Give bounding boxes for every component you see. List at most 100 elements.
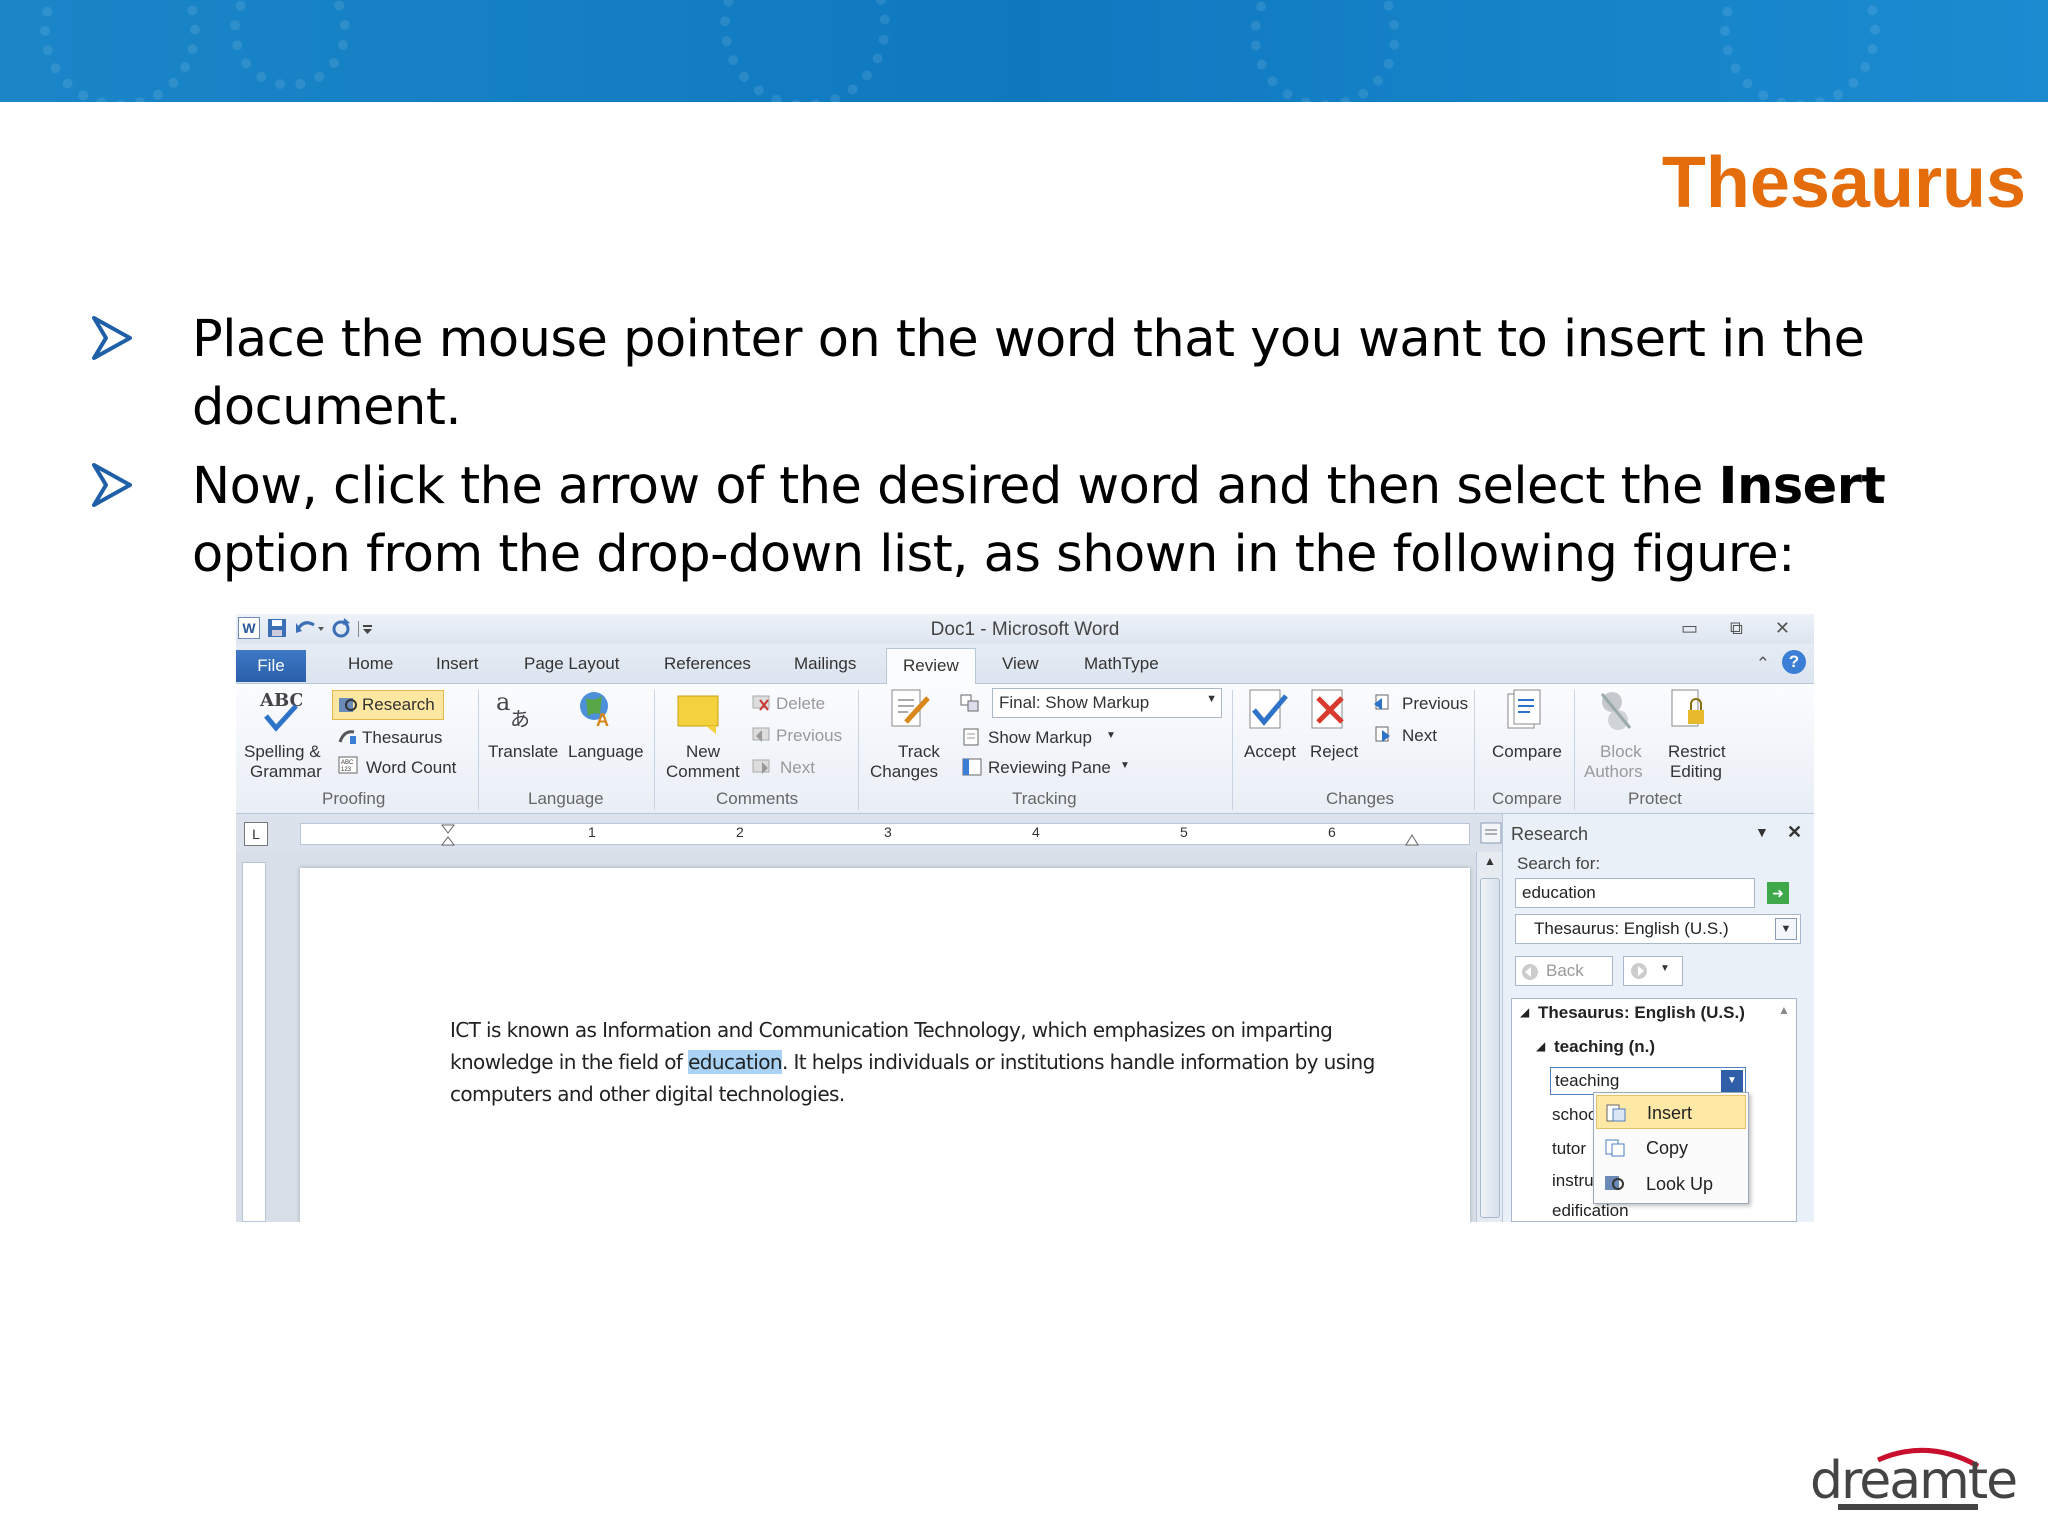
- start-search-icon[interactable]: ➜: [1767, 882, 1789, 904]
- indent-marker-icon[interactable]: [441, 824, 455, 846]
- previous-change-button[interactable]: Previous: [1402, 694, 1468, 714]
- view-ruler-icon[interactable]: [1480, 822, 1502, 844]
- scrollbar-thumb[interactable]: [1480, 878, 1500, 1218]
- research-button[interactable]: Research: [362, 695, 435, 715]
- ruler-number: 1: [588, 824, 596, 840]
- menu-item-copy[interactable]: Copy: [1596, 1131, 1746, 1165]
- restrict-editing-icon: [1671, 689, 1704, 727]
- close-icon[interactable]: ✕: [1775, 618, 1790, 639]
- tab-view[interactable]: View: [1002, 654, 1039, 674]
- restore-icon[interactable]: ⧉: [1730, 618, 1743, 639]
- changes-label[interactable]: Changes: [870, 762, 938, 782]
- tab-file[interactable]: File: [236, 650, 306, 682]
- group-label-changes: Changes: [1326, 789, 1395, 808]
- synonym-item[interactable]: edification: [1552, 1201, 1629, 1221]
- delete-comment-button[interactable]: Delete: [776, 694, 825, 714]
- track-changes-label[interactable]: Track: [898, 742, 940, 762]
- display-for-review-icon: [960, 694, 979, 712]
- minimize-icon[interactable]: ▭: [1681, 618, 1698, 639]
- group-separator: [478, 690, 479, 810]
- pane-options-icon[interactable]: ▼: [1755, 824, 1769, 840]
- minimize-ribbon-icon[interactable]: ⌃: [1756, 654, 1770, 674]
- reject-icon: [1311, 689, 1344, 729]
- horizontal-ruler[interactable]: 1 2 3 4 5 6: [300, 823, 1470, 846]
- tab-selector-icon[interactable]: L: [244, 822, 268, 846]
- synonym-item[interactable]: instru: [1552, 1171, 1594, 1191]
- translate-button[interactable]: Translate: [488, 742, 558, 762]
- spelling-label[interactable]: Spelling &: [244, 742, 321, 762]
- help-icon[interactable]: ?: [1782, 650, 1806, 674]
- selected-synonym-item[interactable]: teaching ▼: [1550, 1067, 1746, 1095]
- vertical-scrollbar[interactable]: ▲: [1476, 852, 1502, 1222]
- new-comment-icon: [677, 695, 719, 734]
- synonym-dropdown-arrow-icon[interactable]: ▼: [1721, 1070, 1743, 1092]
- synonym-item[interactable]: tutor: [1552, 1139, 1586, 1159]
- search-input[interactable]: education: [1515, 878, 1755, 908]
- comment-label[interactable]: Comment: [666, 762, 740, 782]
- right-indent-marker-icon[interactable]: [1405, 832, 1419, 846]
- menu-item-insert[interactable]: Insert: [1596, 1095, 1746, 1129]
- results-header[interactable]: Thesaurus: English (U.S.): [1538, 1003, 1745, 1023]
- tab-page-layout[interactable]: Page Layout: [524, 654, 619, 674]
- svg-text:ABC: ABC: [341, 760, 354, 766]
- reviewing-pane-button[interactable]: Reviewing Pane: [988, 758, 1111, 778]
- document-line: ICT is known as Information and Communic…: [450, 1018, 1333, 1042]
- forward-button[interactable]: ▼: [1623, 956, 1683, 986]
- svg-text:あ: あ: [510, 709, 530, 731]
- display-for-review-value: Final: Show Markup: [999, 693, 1150, 712]
- next-change-button[interactable]: Next: [1402, 726, 1437, 746]
- accept-button[interactable]: Accept: [1244, 742, 1296, 762]
- collapse-icon[interactable]: ◢: [1520, 1005, 1529, 1019]
- tab-references[interactable]: References: [664, 654, 751, 674]
- language-button[interactable]: Language: [568, 742, 644, 762]
- scroll-up-icon[interactable]: ▲: [1484, 854, 1496, 868]
- insert-icon: [1606, 1104, 1626, 1122]
- svg-text:dreamtech: dreamtech: [1810, 1451, 2018, 1511]
- reviewing-pane-icon: [962, 758, 982, 776]
- restrict-label[interactable]: Restrict: [1668, 742, 1726, 762]
- tab-review[interactable]: Review: [886, 648, 976, 684]
- authors-label[interactable]: Authors: [1584, 762, 1643, 782]
- word-count-button[interactable]: Word Count: [366, 758, 456, 778]
- chevron-down-icon[interactable]: ▼: [1775, 918, 1797, 940]
- previous-change-icon: [1374, 694, 1389, 710]
- accept-icon: [1249, 689, 1288, 729]
- group-separator: [1232, 690, 1233, 810]
- grammar-label[interactable]: Grammar: [250, 762, 322, 782]
- sense-heading[interactable]: teaching (n.): [1554, 1037, 1655, 1057]
- window-title: Doc1 - Microsoft Word: [930, 619, 1120, 640]
- banner-gear-decoration: [1250, 0, 1400, 102]
- chevron-down-icon: ▼: [1206, 693, 1217, 705]
- document-paragraph[interactable]: ICT is known as Information and Communic…: [450, 1014, 1410, 1110]
- menu-item-look-up[interactable]: Look Up: [1596, 1167, 1746, 1201]
- editing-label[interactable]: Editing: [1670, 762, 1722, 782]
- results-scroll-up-icon[interactable]: ▲: [1778, 1003, 1790, 1017]
- tab-mathtype[interactable]: MathType: [1084, 654, 1159, 674]
- bullet-text-part: Now, click the arrow of the desired word…: [192, 457, 1719, 516]
- new-comment-label[interactable]: New: [686, 742, 720, 762]
- chevron-down-icon: ▼: [1106, 730, 1116, 741]
- document-page[interactable]: ICT is known as Information and Communic…: [300, 868, 1470, 1222]
- reference-source-dropdown[interactable]: Thesaurus: English (U.S.): [1515, 914, 1801, 944]
- vertical-ruler[interactable]: [242, 862, 266, 1222]
- next-comment-button[interactable]: Next: [780, 758, 815, 778]
- show-markup-button[interactable]: Show Markup: [988, 728, 1092, 748]
- forward-arrow-icon: [1631, 963, 1647, 979]
- previous-comment-button[interactable]: Previous: [776, 726, 842, 746]
- compare-button[interactable]: Compare: [1492, 742, 1562, 762]
- bullet-item: Place the mouse pointer on the word that…: [92, 306, 2032, 442]
- close-pane-icon[interactable]: ✕: [1787, 822, 1802, 843]
- reject-button[interactable]: Reject: [1310, 742, 1358, 762]
- tab-mailings[interactable]: Mailings: [794, 654, 856, 674]
- tab-home[interactable]: Home: [348, 654, 393, 674]
- word-window-screenshot: W Doc1 - Microsoft Word ▭ ⧉ ✕ File Home …: [236, 614, 1814, 1222]
- tab-insert[interactable]: Insert: [436, 654, 479, 674]
- synonym-item[interactable]: schoo: [1552, 1105, 1597, 1125]
- selected-word[interactable]: education: [688, 1050, 783, 1074]
- collapse-icon[interactable]: ◢: [1536, 1039, 1545, 1053]
- thesaurus-button[interactable]: Thesaurus: [362, 728, 442, 748]
- block-label[interactable]: Block: [1600, 742, 1642, 762]
- display-for-review-dropdown[interactable]: Final: Show Markup ▼: [992, 688, 1222, 718]
- chevron-down-icon: ▼: [1660, 963, 1670, 974]
- research-pane-title: Research: [1511, 824, 1589, 844]
